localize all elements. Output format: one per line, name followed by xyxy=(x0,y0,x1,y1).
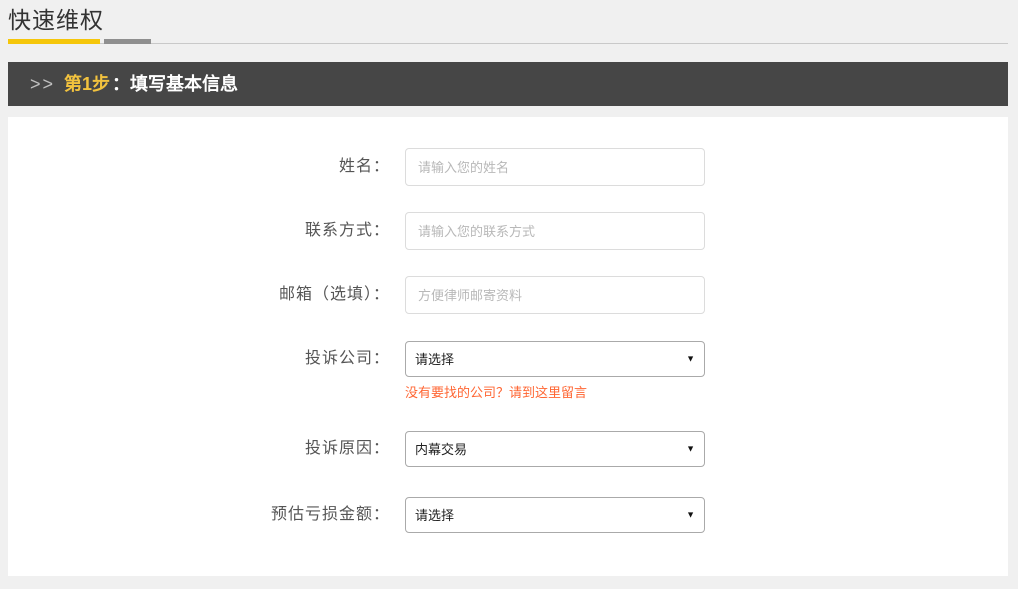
name-label: 姓名： xyxy=(8,148,405,186)
title-baseline-rule xyxy=(8,43,1008,44)
company-select[interactable]: 请选择 xyxy=(405,341,705,377)
loss-amount-select[interactable]: 请选择 xyxy=(405,497,705,533)
page-title: 快速维权 xyxy=(8,6,1008,34)
email-field[interactable] xyxy=(405,276,705,314)
form-panel: 姓名： 联系方式： 邮箱（选填）： 投诉公司： 请选择 xyxy=(8,117,1008,576)
form-row-reason: 投诉原因： 内幕交易 ▼ xyxy=(8,430,1008,468)
title-underline-gray xyxy=(104,39,151,44)
title-underline-accent xyxy=(8,39,100,44)
title-underline xyxy=(8,38,1008,44)
form-row-company: 投诉公司： 请选择 ▼ 没有要找的公司？请到这里留言 xyxy=(8,340,1008,402)
form-row-loss-amount: 预估亏损金额： 请选择 ▼ xyxy=(8,496,1008,534)
form-row-contact: 联系方式： xyxy=(8,212,1008,250)
email-label: 邮箱（选填）： xyxy=(8,276,405,314)
loss-amount-label: 预估亏损金额： xyxy=(8,496,405,534)
company-feedback-link[interactable]: 没有要找的公司？请到这里留言 xyxy=(405,382,587,401)
page: 快速维权 >> 第1步：填写基本信息 姓名： 联系方式： 邮箱（选填）： xyxy=(0,0,1018,576)
title-block: 快速维权 xyxy=(8,0,1008,44)
step-separator: ： xyxy=(112,74,130,94)
step-title: 填写基本信息 xyxy=(130,74,238,94)
form-row-name: 姓名： xyxy=(8,148,1008,186)
contact-input[interactable] xyxy=(405,212,705,250)
step-number: 第1步 xyxy=(64,74,110,94)
form-row-email: 邮箱（选填）： xyxy=(8,276,1008,314)
reason-select[interactable]: 内幕交易 xyxy=(405,431,705,467)
company-label: 投诉公司： xyxy=(8,340,405,378)
double-chevron-icon: >> xyxy=(30,74,55,94)
contact-label: 联系方式： xyxy=(8,212,405,250)
reason-label: 投诉原因： xyxy=(8,430,405,468)
name-input[interactable] xyxy=(405,148,705,186)
step-header-bar: >> 第1步：填写基本信息 xyxy=(8,62,1008,106)
